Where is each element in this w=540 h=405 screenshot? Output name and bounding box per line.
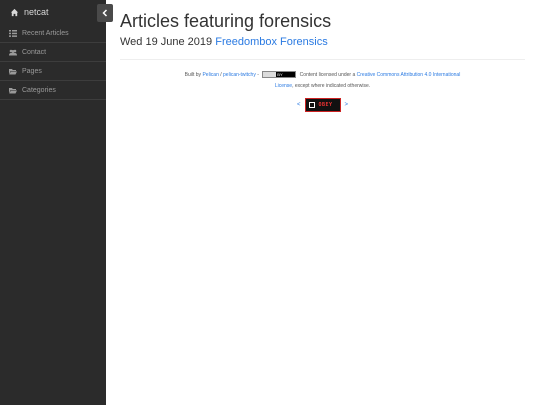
license-link-continued[interactable]: License	[275, 83, 292, 89]
sidebar-toggle-button[interactable]	[97, 4, 113, 22]
sidebar: netcat Recent Articles Contact Pages Cat…	[0, 0, 106, 405]
article-date: Wed 19 June 2019	[120, 36, 213, 48]
webring-next-link[interactable]: >	[345, 102, 349, 108]
article-link[interactable]: Freedombox Forensics	[215, 36, 328, 48]
home-icon	[10, 8, 19, 16]
sidebar-item-label: Contact	[22, 48, 47, 56]
divider	[120, 59, 525, 60]
sidebar-item-contact[interactable]: Contact	[0, 43, 106, 62]
chevron-left-icon	[102, 9, 108, 17]
sidebar-item-label: Pages	[22, 67, 42, 75]
license-link[interactable]: Creative Commons Attribution 4.0 Interna…	[357, 72, 461, 78]
footer: Built by Pelican / pelican-twitchy - BY …	[120, 70, 525, 92]
pelican-link[interactable]: Pelican	[202, 72, 218, 78]
folder-open-icon	[9, 68, 17, 74]
brand-label: netcat	[24, 7, 49, 17]
article-entry: Wed 19 June 2019 Freedombox Forensics	[120, 35, 525, 49]
sidebar-item-label: Categories	[22, 86, 56, 94]
folder-open-icon	[9, 87, 17, 93]
users-icon	[9, 49, 17, 55]
main-content: Articles featuring forensics Wed 19 June…	[120, 10, 525, 112]
theme-link[interactable]: pelican-twitchy	[223, 72, 256, 78]
webring-prev-link[interactable]: <	[297, 102, 301, 108]
footer-built-by: Built by	[184, 72, 202, 78]
sidebar-item-label: Recent Articles	[22, 29, 69, 37]
webring-badge[interactable]: OBEY	[304, 98, 341, 112]
cc-icon	[263, 72, 277, 78]
cc-license-badge[interactable]: BY	[262, 71, 297, 79]
list-icon	[9, 29, 17, 37]
sidebar-item-categories[interactable]: Categories	[0, 81, 106, 100]
footer-dash: -	[257, 72, 259, 78]
webring: < OBEY >	[120, 98, 525, 112]
webring-badge-label: OBEY	[318, 102, 333, 108]
sidebar-item-pages[interactable]: Pages	[0, 62, 106, 81]
cc-badge-label: BY	[277, 72, 283, 78]
footer-license-suffix: , except where indicated otherwise.	[292, 83, 371, 89]
footer-license-text: Content licensed under a	[299, 72, 356, 78]
sidebar-item-recent-articles[interactable]: Recent Articles	[0, 24, 106, 43]
footer-separator: /	[220, 72, 222, 78]
page-title: Articles featuring forensics	[120, 11, 332, 31]
square-icon	[308, 102, 315, 108]
brand-link[interactable]: netcat	[0, 0, 106, 24]
